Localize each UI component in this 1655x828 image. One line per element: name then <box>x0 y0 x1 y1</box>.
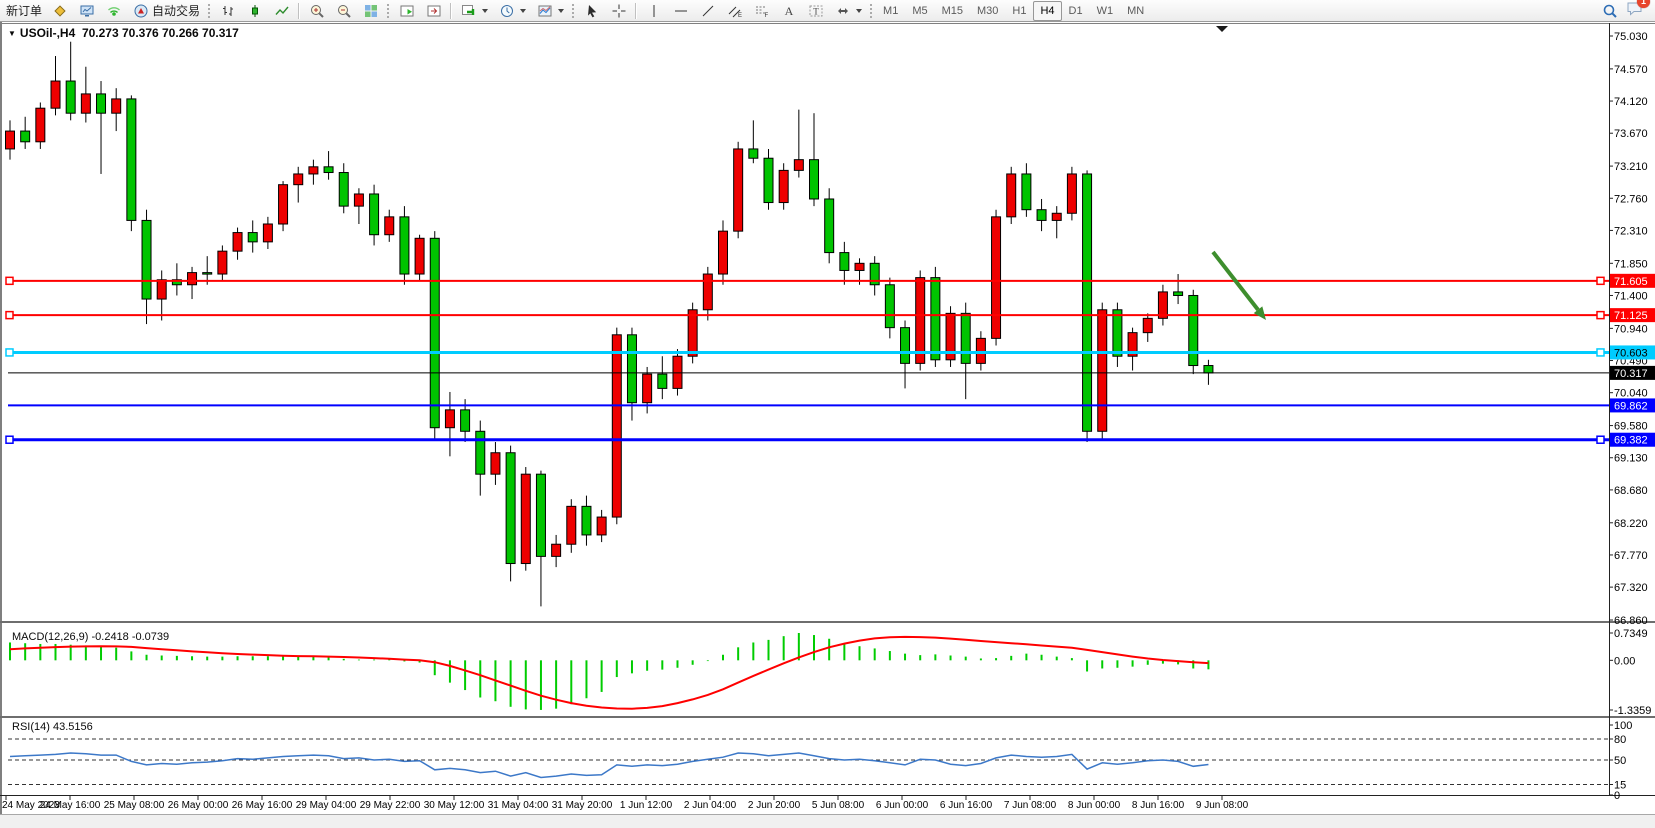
toolbar-grip <box>571 3 576 19</box>
terminal-button[interactable] <box>73 0 100 22</box>
terminal-icon <box>78 2 95 19</box>
equidistant-channel-icon: E <box>726 2 743 19</box>
bar-chart-mode-button[interactable] <box>214 0 241 22</box>
indicators-dropdown-icon[interactable] <box>482 9 488 13</box>
horizontal-line-icon <box>672 2 689 19</box>
auto-scroll-icon <box>398 2 415 19</box>
auto-trading-label: 自动交易 <box>152 2 200 19</box>
chart-shift-icon <box>425 2 442 19</box>
timeframe-mn-button[interactable]: MN <box>1120 1 1151 21</box>
chart-shift-button[interactable] <box>420 0 447 22</box>
main-toolbar: 新订单 自动交易 E F A T M1 M5 M15 M30 H1 H4 D1 … <box>0 0 1655 22</box>
timeframe-w1-button[interactable]: W1 <box>1090 1 1121 21</box>
chart-title: ▼ USOil-,H4 70.273 70.376 70.266 70.317 <box>8 26 239 40</box>
rsi-name: RSI(14) <box>12 721 50 733</box>
signal-icon <box>105 2 122 19</box>
tile-windows-button[interactable] <box>357 0 384 22</box>
chart-menu-icon[interactable]: ▼ <box>8 29 16 38</box>
templates-button[interactable] <box>531 0 569 22</box>
line-chart-icon <box>273 2 290 19</box>
rsi-value: 43.5156 <box>53 721 93 733</box>
toolbar-grip <box>207 3 212 19</box>
zoom-in-button[interactable] <box>303 0 330 22</box>
trendline-icon <box>699 2 716 19</box>
auto-trading-icon <box>132 2 149 19</box>
status-bar <box>0 814 1655 828</box>
timeframe-m5-button[interactable]: M5 <box>905 1 934 21</box>
timeframe-m15-button[interactable]: M15 <box>935 1 970 21</box>
zoom-out-button[interactable] <box>330 0 357 22</box>
line-chart-mode-button[interactable] <box>268 0 295 22</box>
macd-indicator-label[interactable]: MACD(12,26,9) -0.2418 -0.0739 <box>12 631 169 643</box>
crosshair-icon <box>610 2 627 19</box>
zoom-in-icon <box>308 2 325 19</box>
arrows-dropdown-icon[interactable] <box>856 9 862 13</box>
notifications-button[interactable]: 1 <box>1626 0 1643 21</box>
macd-name: MACD(12,26,9) <box>12 631 88 643</box>
rsi-indicator-label[interactable]: RSI(14) 43.5156 <box>12 721 93 733</box>
timeframe-m30-button[interactable]: M30 <box>970 1 1005 21</box>
chart-ohlc-values: 70.273 70.376 70.266 70.317 <box>82 26 239 40</box>
timeframe-h4-button[interactable]: H4 <box>1033 1 1061 21</box>
svg-text:T: T <box>813 6 819 16</box>
cursor-tool-button[interactable] <box>578 0 605 22</box>
fibonacci-tool-button[interactable]: F <box>748 0 775 22</box>
horizontal-line-tool-button[interactable] <box>667 0 694 22</box>
arrows-tool-button[interactable] <box>829 0 867 22</box>
chart-window[interactable] <box>0 22 1655 814</box>
text-label-tool-button[interactable]: T <box>802 0 829 22</box>
text-tool-button[interactable]: A <box>775 0 802 22</box>
timeframe-m1-button[interactable]: M1 <box>876 1 905 21</box>
timeframe-h1-button[interactable]: H1 <box>1005 1 1033 21</box>
crosshair-tool-button[interactable] <box>605 0 632 22</box>
cursor-icon <box>583 2 600 19</box>
new-order-button[interactable]: 新订单 <box>2 1 46 21</box>
toolbar-separator <box>635 3 637 19</box>
vertical-line-icon <box>645 2 662 19</box>
trendline-tool-button[interactable] <box>694 0 721 22</box>
svg-text:A: A <box>784 4 793 18</box>
auto-trading-button[interactable]: 自动交易 <box>127 0 205 22</box>
notification-count-badge: 1 <box>1637 0 1650 8</box>
macd-values: -0.2418 -0.0739 <box>91 631 169 643</box>
add-indicator-icon <box>460 2 477 19</box>
zoom-out-icon <box>335 2 352 19</box>
fibonacci-icon: F <box>753 2 770 19</box>
templates-dropdown-icon[interactable] <box>558 9 564 13</box>
tile-windows-icon <box>362 2 379 19</box>
chart-symbol-period: USOil-,H4 <box>20 26 75 40</box>
search-icon[interactable] <box>1601 2 1618 19</box>
text-icon: A <box>780 2 797 19</box>
depth-icon <box>51 2 68 19</box>
timeframe-d1-button[interactable]: D1 <box>1062 1 1090 21</box>
candle-chart-mode-button[interactable] <box>241 0 268 22</box>
toolbar-separator <box>298 3 300 19</box>
market-depth-button[interactable] <box>46 0 73 22</box>
signals-button[interactable] <box>100 0 127 22</box>
clock-icon <box>498 2 515 19</box>
toolbar-grip <box>869 3 874 19</box>
vertical-line-tool-button[interactable] <box>640 0 667 22</box>
periods-button[interactable] <box>493 0 531 22</box>
svg-text:F: F <box>764 13 768 19</box>
svg-text:E: E <box>738 13 742 19</box>
template-icon <box>536 2 553 19</box>
arrow-shapes-icon <box>834 2 851 19</box>
auto-scroll-button[interactable] <box>393 0 420 22</box>
channel-tool-button[interactable]: E <box>721 0 748 22</box>
text-label-icon: T <box>807 2 824 19</box>
indicators-button[interactable] <box>455 0 493 22</box>
candlestick-icon <box>246 2 263 19</box>
toolbar-separator <box>450 3 452 19</box>
periods-dropdown-icon[interactable] <box>520 9 526 13</box>
bar-chart-icon <box>219 2 236 19</box>
toolbar-grip <box>386 3 391 19</box>
